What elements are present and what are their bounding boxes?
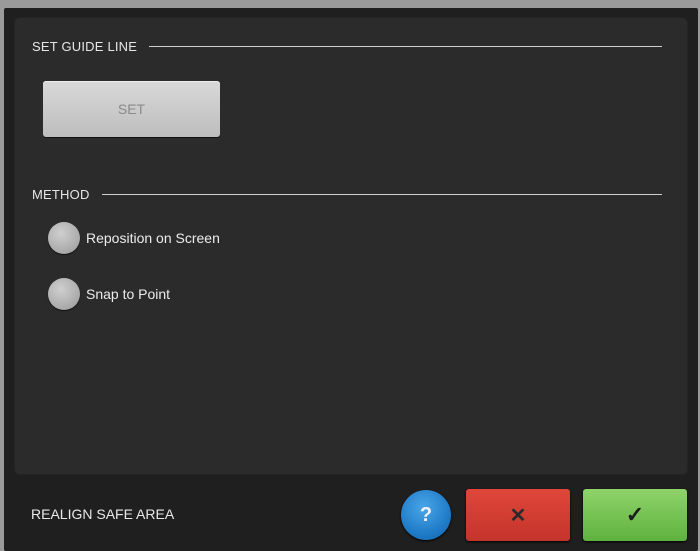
cancel-button[interactable]: ✕ — [466, 489, 570, 541]
set-button-label: SET — [117, 101, 146, 117]
question-mark-icon: ? — [419, 503, 433, 526]
dialog-title: REALIGN SAFE AREA — [31, 506, 175, 522]
set-guide-line-header: SET GUIDE LINE — [32, 36, 662, 56]
checkmark-icon: ✓ — [625, 502, 645, 527]
radio-icon[interactable] — [48, 222, 80, 254]
radio-snap-to-point[interactable]: Snap to Point — [48, 278, 170, 310]
set-guide-line-title: SET GUIDE LINE — [32, 38, 138, 54]
radio-label: Snap to Point — [86, 286, 171, 302]
section-divider — [101, 193, 662, 195]
set-button[interactable]: SET — [43, 81, 220, 137]
ok-button[interactable]: ✓ — [583, 489, 687, 541]
radio-label: Reposition on Screen — [86, 230, 220, 246]
help-button[interactable]: ? — [401, 490, 451, 540]
dialog-window: SET GUIDE LINE SET METHOD Reposition on … — [4, 8, 698, 551]
radio-reposition-on-screen[interactable]: Reposition on Screen — [48, 222, 220, 254]
method-header: METHOD — [32, 184, 662, 204]
radio-icon[interactable] — [48, 278, 80, 310]
section-divider — [149, 45, 662, 47]
method-title: METHOD — [32, 186, 90, 202]
close-icon: ✕ — [509, 504, 527, 527]
